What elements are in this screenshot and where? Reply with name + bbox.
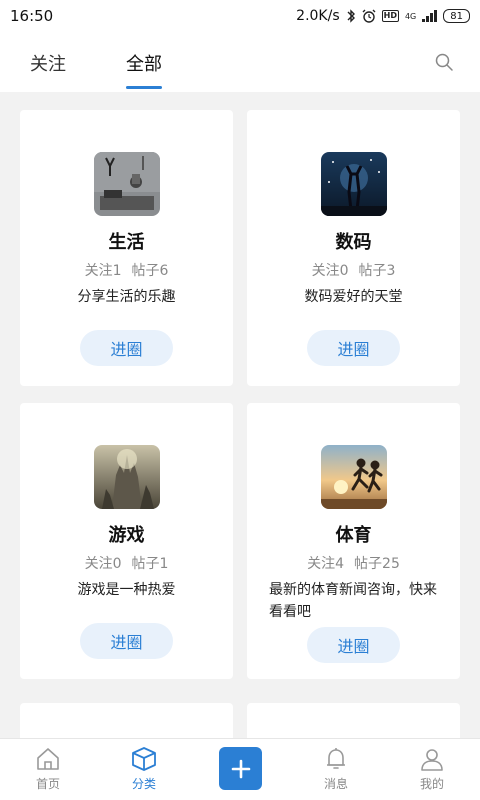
- network-speed: 2.0K/s: [296, 8, 340, 24]
- post-count: 帖子3: [358, 263, 396, 279]
- category-card-games[interactable]: 游戏 关注0 帖子1 游戏是一种热爱 进圈: [20, 403, 233, 679]
- post-count: 帖子25: [354, 556, 400, 572]
- nav-category[interactable]: 分类: [114, 745, 174, 792]
- category-description: 最新的体育新闻咨询，快来看看吧: [269, 582, 437, 620]
- bottom-navigation: 首页 分类 消息 我的: [0, 738, 480, 800]
- category-title: 游戏: [108, 525, 145, 546]
- status-icons: 2.0K/s HD 4G 81: [296, 8, 470, 24]
- category-thumbnail: [94, 445, 160, 509]
- nav-messages-label: 消息: [323, 777, 348, 791]
- category-card-sports[interactable]: 体育 关注4 帖子25 最新的体育新闻咨询，快来看看吧 进圈: [247, 403, 460, 679]
- status-time: 16:50: [10, 7, 54, 25]
- top-tab-bar: 关注 全部: [0, 32, 480, 92]
- alarm-icon: [362, 9, 376, 23]
- category-description: 游戏是一种热爱: [77, 582, 176, 598]
- status-bar: 16:50 2.0K/s HD 4G 81: [0, 0, 480, 32]
- category-thumbnail: [94, 152, 160, 216]
- follower-count: 关注0: [84, 556, 122, 572]
- post-count: 帖子6: [131, 263, 169, 279]
- category-title: 数码: [335, 232, 372, 253]
- battery-level: 81: [450, 10, 463, 22]
- search-icon[interactable]: [434, 52, 454, 72]
- signal-icon: [422, 10, 438, 22]
- enter-circle-button[interactable]: 进圈: [307, 330, 400, 366]
- category-card-life[interactable]: 生活 关注1 帖子6 分享生活的乐趣 进圈: [20, 110, 233, 386]
- follower-count: 关注0: [311, 263, 349, 279]
- category-thumbnail: [321, 152, 387, 216]
- bluetooth-icon: [346, 9, 356, 23]
- cube-icon: [132, 747, 156, 771]
- plus-icon: [231, 759, 250, 778]
- battery-icon: 81: [443, 9, 470, 23]
- category-title: 体育: [335, 525, 372, 546]
- follower-count: 关注1: [84, 263, 122, 279]
- user-icon: [421, 749, 443, 771]
- category-title: 生活: [108, 232, 145, 253]
- nav-home[interactable]: 首页: [18, 745, 78, 792]
- active-tab-indicator: [126, 86, 162, 89]
- nav-profile[interactable]: 我的: [402, 745, 462, 792]
- enter-circle-button[interactable]: 进圈: [80, 623, 173, 659]
- tab-follow[interactable]: 关注: [30, 50, 66, 76]
- nav-category-label: 分类: [131, 777, 156, 791]
- tab-all[interactable]: 全部: [126, 50, 162, 76]
- nav-profile-label: 我的: [419, 777, 444, 791]
- category-thumbnail: [321, 445, 387, 509]
- category-description: 分享生活的乐趣: [77, 289, 176, 305]
- category-stats: 关注4 帖子25: [247, 553, 460, 573]
- category-description: 数码爱好的天堂: [304, 289, 403, 305]
- bell-icon: [327, 748, 345, 769]
- nav-messages[interactable]: 消息: [306, 745, 366, 792]
- post-count: 帖子1: [131, 556, 169, 572]
- category-card-digital[interactable]: 数码 关注0 帖子3 数码爱好的天堂 进圈: [247, 110, 460, 386]
- nav-home-label: 首页: [35, 777, 60, 791]
- category-stats: 关注0 帖子3: [247, 260, 460, 280]
- category-stats: 关注0 帖子1: [20, 553, 233, 573]
- enter-circle-button[interactable]: 进圈: [80, 330, 173, 366]
- hd-icon: HD: [381, 10, 399, 22]
- enter-circle-button[interactable]: 进圈: [307, 627, 400, 663]
- category-stats: 关注1 帖子6: [20, 260, 233, 280]
- add-post-button[interactable]: [219, 747, 262, 790]
- network-type: 4G: [404, 11, 417, 21]
- home-icon: [37, 748, 59, 770]
- follower-count: 关注4: [307, 556, 345, 572]
